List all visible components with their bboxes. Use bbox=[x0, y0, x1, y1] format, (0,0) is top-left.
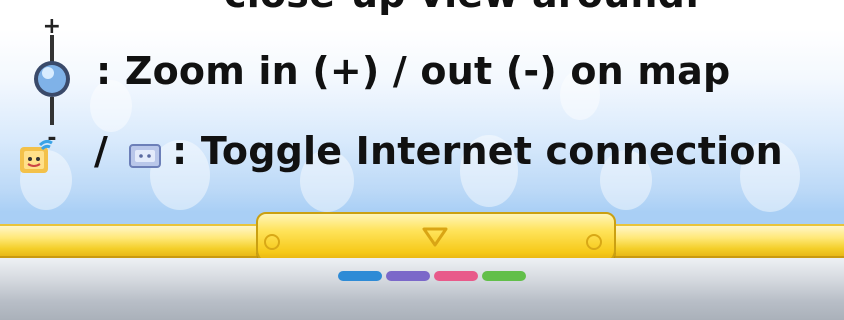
online-mii-icon bbox=[20, 139, 53, 173]
offline-screen-icon bbox=[129, 144, 161, 168]
internet-help-separator: / bbox=[94, 129, 109, 173]
page-indicator-dot[interactable] bbox=[434, 271, 478, 281]
help-screen: close-up view around. + - : Zoom in (+) … bbox=[0, 0, 844, 320]
page-indicator-dot[interactable] bbox=[386, 271, 430, 281]
circle-pad-slider-icon: + - bbox=[34, 14, 70, 149]
triangle-down-icon bbox=[422, 227, 448, 247]
page-indicator-dot[interactable] bbox=[482, 271, 526, 281]
page-indicator-dot[interactable] bbox=[338, 271, 382, 281]
tab-notch-right bbox=[586, 234, 602, 250]
internet-help-text: : Toggle Internet connection bbox=[172, 129, 783, 173]
bottom-silver-bar bbox=[0, 258, 844, 320]
zoom-help-text: : Zoom in (+) / out (-) on map bbox=[96, 49, 731, 93]
help-text-top: close-up view around. bbox=[224, 0, 700, 16]
tab-notch-left bbox=[264, 234, 280, 250]
toggle-tab[interactable] bbox=[256, 212, 616, 264]
